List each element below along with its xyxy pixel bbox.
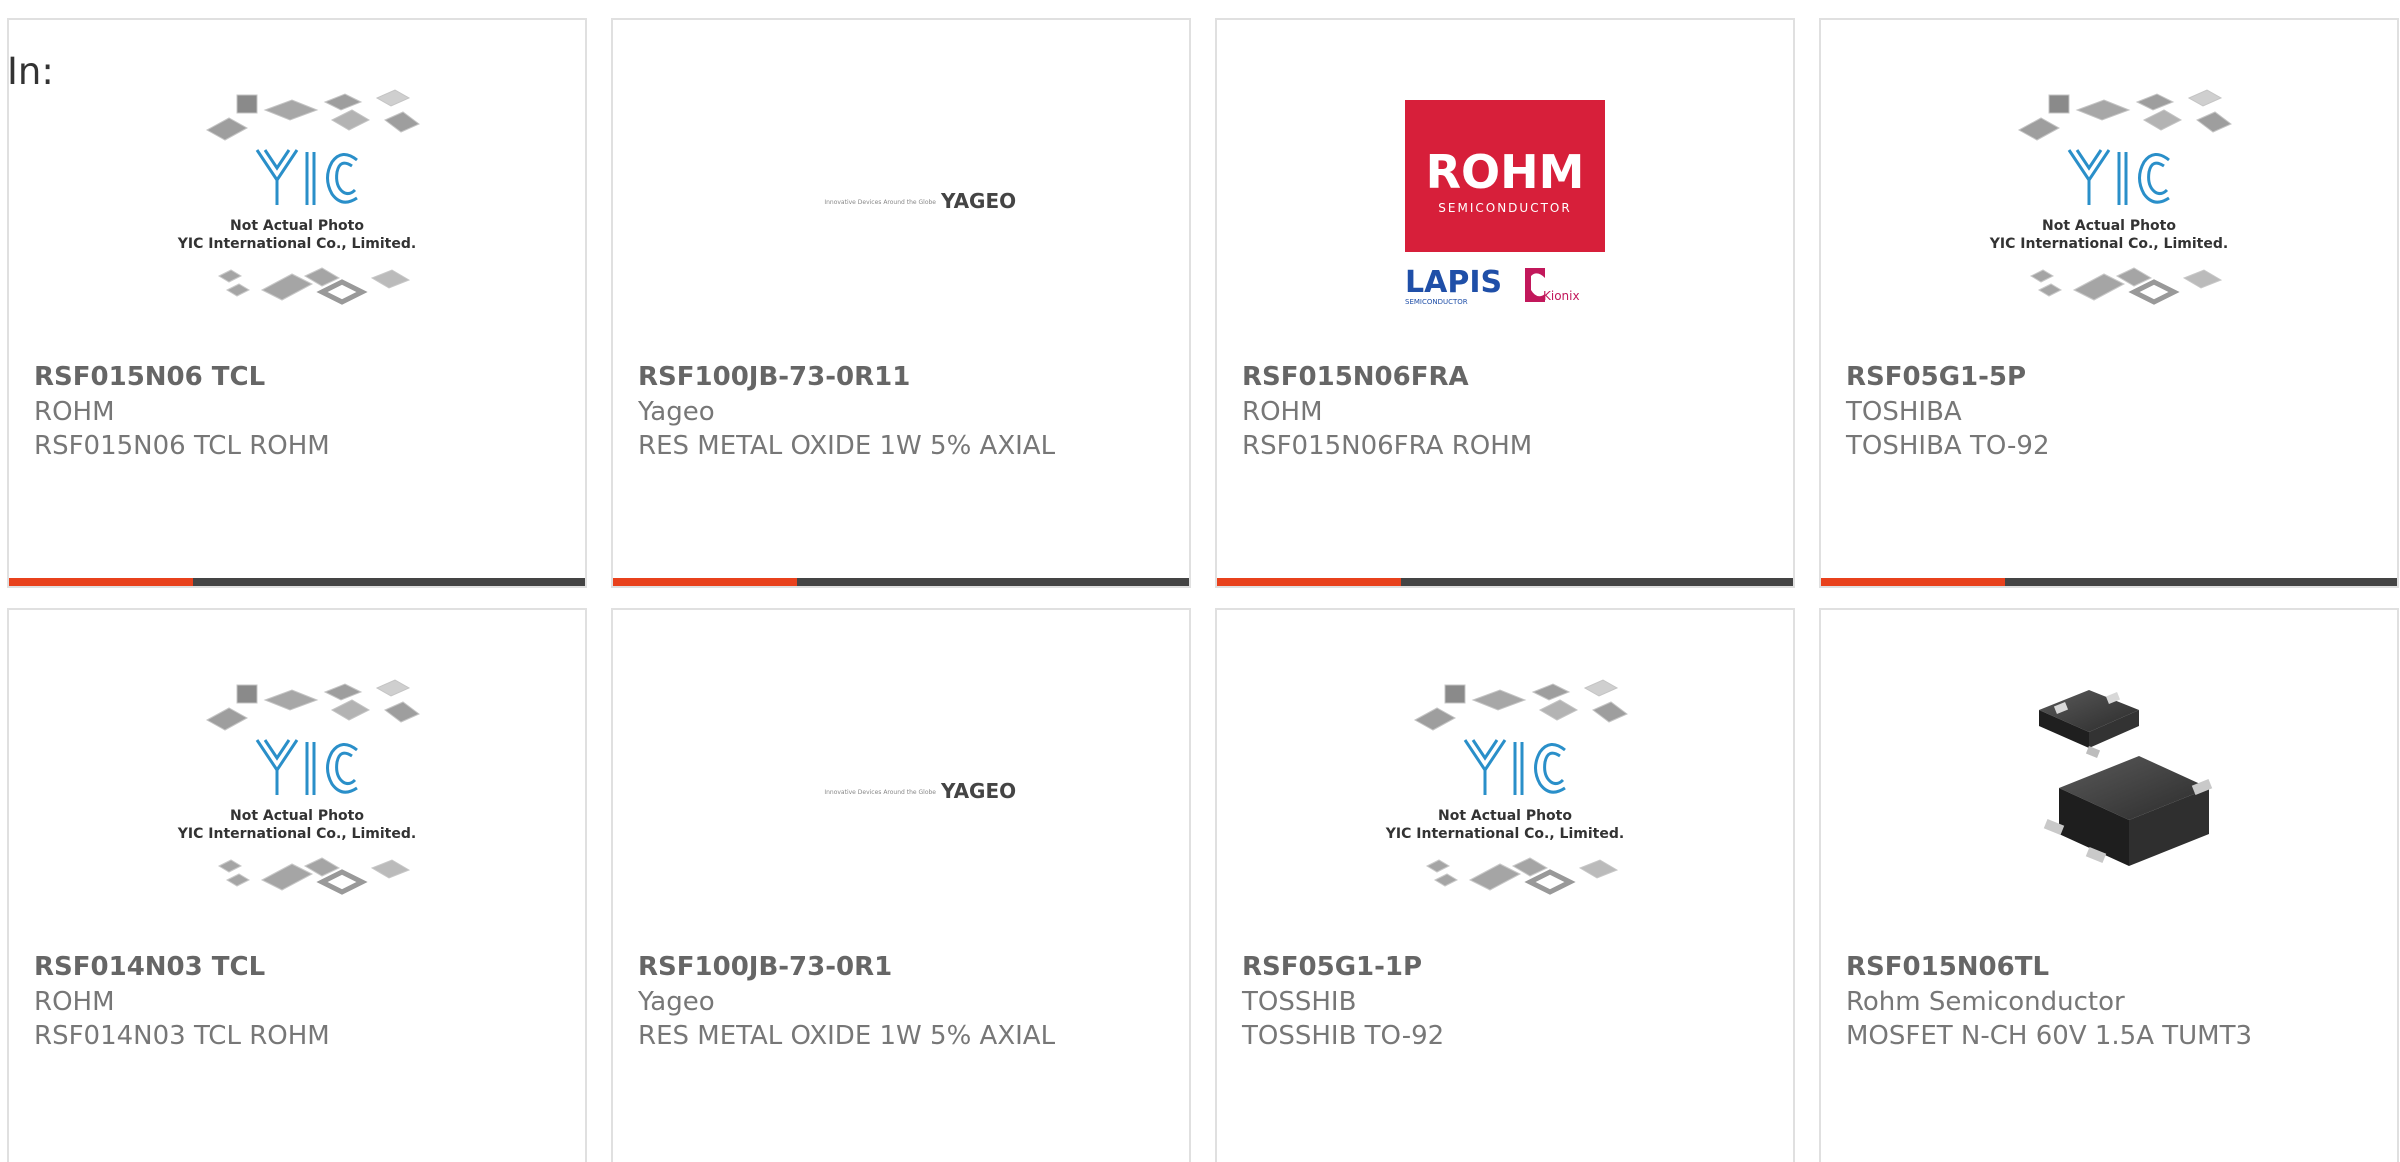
svg-text:YIC International Co., Limited: YIC International Co., Limited. — [1989, 236, 2228, 252]
card-progress-bar — [9, 578, 585, 586]
yageo-logo: Innovative Devices Around the Globe YAGE… — [824, 779, 1016, 803]
yic-placeholder-image: Not Actual Photo YIC International Co., … — [177, 89, 420, 305]
product-image: Not Actual Photo YIC International Co., … — [9, 80, 585, 320]
yageo-logo: Innovative Devices Around the Globe YAGE… — [824, 189, 1016, 213]
product-info: RSF100JB-73-0R11 Yageo RES METAL OXIDE 1… — [638, 360, 1169, 463]
description-label: RSF014N03 TCL ROHM — [34, 1021, 330, 1051]
description-label: RSF015N06FRA ROHM — [1242, 431, 1533, 461]
svg-text:YAGEO: YAGEO — [940, 189, 1016, 213]
manufacturer-label: Yageo — [638, 987, 715, 1017]
manufacturer-label: TOSSHIB — [1242, 987, 1357, 1017]
product-info: RSF100JB-73-0R1 Yageo RES METAL OXIDE 1W… — [638, 950, 1169, 1053]
small-package-icon — [2039, 690, 2139, 758]
svg-text:Not Actual Photo: Not Actual Photo — [230, 218, 364, 234]
product-image: Not Actual Photo YIC International Co., … — [9, 670, 585, 910]
yic-placeholder-image: Not Actual Photo YIC International Co., … — [1385, 679, 1628, 895]
product-card[interactable]: Not Actual Photo YIC International Co., … — [7, 608, 587, 1162]
description-label: RES METAL OXIDE 1W 5% AXIAL — [638, 1021, 1056, 1051]
product-card[interactable]: Innovative Devices Around the Globe YAGE… — [611, 608, 1191, 1162]
product-image — [1821, 670, 2397, 910]
product-image: Innovative Devices Around the Globe YAGE… — [613, 80, 1189, 320]
product-image: Not Actual Photo YIC International Co., … — [1821, 80, 2397, 320]
card-progress-bar-accent — [9, 578, 194, 586]
rohm-logo: ROHM SEMICONDUCTOR LAPIS SEMICONDUCTOR K… — [1405, 100, 1605, 306]
product-card[interactable]: Innovative Devices Around the Globe YAGE… — [611, 18, 1191, 588]
svg-text:Not Actual Photo: Not Actual Photo — [2042, 218, 2176, 234]
product-info: RSF05G1-5P TOSHIBA TOSHIBA TO-92 — [1846, 360, 2377, 463]
svg-text:Innovative Devices Around the: Innovative Devices Around the Globe — [824, 199, 936, 206]
part-number-link[interactable]: RSF05G1-1P — [1242, 950, 1773, 985]
product-card[interactable]: Not Actual Photo YIC International Co., … — [1819, 18, 2399, 588]
manufacturer-label: ROHM — [34, 397, 115, 427]
manufacturer-label: Rohm Semiconductor — [1846, 987, 2125, 1017]
manufacturer-label: ROHM — [34, 987, 115, 1017]
product-info: RSF05G1-1P TOSSHIB TOSSHIB TO-92 — [1242, 950, 1773, 1053]
product-image: ROHM SEMICONDUCTOR LAPIS SEMICONDUCTOR K… — [1217, 80, 1793, 320]
svg-text:Kionix: Kionix — [1543, 289, 1580, 303]
product-image: Not Actual Photo YIC International Co., … — [1217, 670, 1793, 910]
sot-package-photo — [2039, 690, 2213, 866]
svg-text:SEMICONDUCTOR: SEMICONDUCTOR — [1438, 201, 1571, 215]
product-info: RSF015N06FRA ROHM RSF015N06FRA ROHM — [1242, 360, 1773, 463]
card-progress-bar — [613, 578, 1189, 586]
product-card[interactable]: Not Actual Photo YIC International Co., … — [7, 18, 587, 588]
part-number-link[interactable]: RSF100JB-73-0R11 — [638, 360, 1169, 395]
product-card[interactable]: Not Actual Photo YIC International Co., … — [1215, 608, 1795, 1162]
description-label: RES METAL OXIDE 1W 5% AXIAL — [638, 431, 1056, 461]
svg-text:LAPIS: LAPIS — [1405, 265, 1502, 300]
svg-text:ROHM: ROHM — [1426, 145, 1585, 199]
product-info: RSF015N06TL Rohm Semiconductor MOSFET N-… — [1846, 950, 2377, 1053]
filter-prefix-label: In: — [7, 50, 54, 93]
description-label: TOSSHIB TO-92 — [1242, 1021, 1445, 1051]
manufacturer-label: TOSHIBA — [1846, 397, 1962, 427]
svg-text:Not Actual Photo: Not Actual Photo — [230, 808, 364, 824]
product-info: RSF014N03 TCL ROHM RSF014N03 TCL ROHM — [34, 950, 565, 1053]
part-number-link[interactable]: RSF015N06 TCL — [34, 360, 565, 395]
part-number-link[interactable]: RSF015N06TL — [1846, 950, 2377, 985]
description-label: MOSFET N-CH 60V 1.5A TUMT3 — [1846, 1021, 2253, 1051]
card-progress-bar-accent — [1217, 578, 1402, 586]
svg-text:YIC International Co., Limited: YIC International Co., Limited. — [177, 236, 416, 252]
description-label: RSF015N06 TCL ROHM — [34, 431, 330, 461]
product-card[interactable]: ROHM SEMICONDUCTOR LAPIS SEMICONDUCTOR K… — [1215, 18, 1795, 588]
card-progress-bar-accent — [613, 578, 798, 586]
svg-text:SEMICONDUCTOR: SEMICONDUCTOR — [1405, 298, 1468, 306]
card-progress-bar-accent — [1821, 578, 2006, 586]
part-number-link[interactable]: RSF014N03 TCL — [34, 950, 565, 985]
product-grid-page: In: Not Actual Photo YIC International C… — [0, 0, 2400, 1162]
manufacturer-label: Yageo — [638, 397, 715, 427]
large-package-icon — [2043, 756, 2213, 866]
svg-text:YIC International Co., Limited: YIC International Co., Limited. — [1385, 826, 1624, 842]
part-number-link[interactable]: RSF015N06FRA — [1242, 360, 1773, 395]
product-card[interactable]: RSF015N06TL Rohm Semiconductor MOSFET N-… — [1819, 608, 2399, 1162]
card-progress-bar — [1217, 578, 1793, 586]
product-info: RSF015N06 TCL ROHM RSF015N06 TCL ROHM — [34, 360, 565, 463]
part-number-link[interactable]: RSF100JB-73-0R1 — [638, 950, 1169, 985]
svg-text:YIC International Co., Limited: YIC International Co., Limited. — [177, 826, 416, 842]
part-number-link[interactable]: RSF05G1-5P — [1846, 360, 2377, 395]
svg-text:Innovative Devices Around the: Innovative Devices Around the Globe — [824, 789, 936, 796]
card-progress-bar — [1821, 578, 2397, 586]
yic-placeholder-image: Not Actual Photo YIC International Co., … — [177, 679, 420, 895]
svg-text:YAGEO: YAGEO — [940, 779, 1016, 803]
svg-text:Not Actual Photo: Not Actual Photo — [1438, 808, 1572, 824]
description-label: TOSHIBA TO-92 — [1846, 431, 2050, 461]
product-image: Innovative Devices Around the Globe YAGE… — [613, 670, 1189, 910]
yic-placeholder-image: Not Actual Photo YIC International Co., … — [1989, 89, 2232, 305]
manufacturer-label: ROHM — [1242, 397, 1323, 427]
